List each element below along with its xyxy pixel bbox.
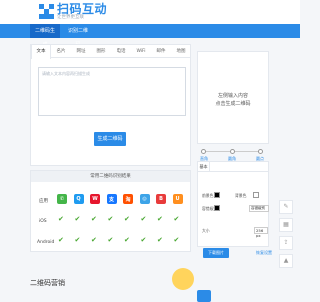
preview-hint-line1: 左侧输入内容 [217,93,248,99]
check-icon: ✔ [74,236,81,244]
bg-color-swatch[interactable] [253,192,259,198]
check-icon: ✔ [91,236,97,244]
feedback-icon[interactable]: ✎ [279,200,293,214]
check-icon: ✔ [173,236,180,244]
qr-preview: 左侧输入内容 点击生成二维码 [197,51,269,144]
browser-icon: ◎ [139,194,150,204]
row-label-apps: 应用 [39,199,48,204]
settings-tabs: 基本 [198,162,268,172]
compatibility-title: 常用二维码识别结果 [31,171,190,182]
promo-illustration [172,268,194,290]
generate-button[interactable]: 生成二维码 [94,132,126,146]
check-icon: ✔ [58,215,64,223]
settings-tab-basic[interactable]: 基本 [198,162,210,172]
row-label-android: Android [37,240,55,245]
top-bar: 扫码互动 让世界更互联 [0,0,300,24]
nav-item-decode[interactable]: 识别二维码 [64,24,92,48]
check-icon: ✔ [157,215,163,223]
check-icon: ✔ [157,236,163,244]
tab-phone[interactable]: 电话 [111,45,131,58]
brand-name: 扫码互动 [57,2,108,16]
check-icon: ✔ [124,215,130,223]
preview-hint-line2: 点击生成二维码 [215,101,251,107]
fg-color-swatch[interactable] [214,192,220,198]
shape-option-dot-radio[interactable] [258,149,263,154]
content-textarea[interactable]: 请输入文本内容再扫描生成 [38,67,186,116]
tab-text[interactable]: 文本 [31,45,51,59]
tab-map[interactable]: 地图 [171,45,191,58]
reset-settings-link[interactable]: 恢复设置 [256,250,272,256]
weibo-icon: W [90,194,100,204]
check-icon: ✔ [140,236,147,244]
qr-logo-icon [39,4,54,20]
tab-wifi[interactable]: WiFi [131,45,151,58]
check-icon: ✔ [107,215,114,223]
fill-color-swatch[interactable] [214,205,220,211]
content-type-tabs: 文本 名片 网址 图形 电话 WiFi 邮件 地图 [31,45,191,59]
tab-card[interactable]: 名片 [51,45,71,58]
floating-toolbar: ✎ ▦ ⇪ ▲ [279,200,293,268]
shape-option-square-radio[interactable] [201,149,206,154]
uc-icon: U [172,194,183,204]
row-label-ios: iOS [39,219,47,224]
check-icon: ✔ [124,236,130,244]
wechat-icon: ✆ [57,194,67,204]
alipay-icon: 支 [106,194,117,204]
size-input[interactable]: 256 px [254,227,268,238]
check-icon: ✔ [91,215,97,223]
share-icon[interactable]: ⇪ [279,236,293,250]
shape-option-rounded-radio[interactable] [230,149,235,154]
check-icon: ✔ [140,215,147,223]
error-level-select[interactable]: 容错级别 [249,205,269,212]
qq-icon: Q [73,194,84,204]
check-icon: ✔ [173,215,180,223]
taobao-icon: 淘 [123,194,133,204]
back-to-top-icon[interactable]: ▲ [279,254,293,268]
qr-contact-icon[interactable]: ▦ [279,218,293,232]
check-icon: ✔ [74,215,81,223]
main-nav: 二维码生成 识别二维码 [0,24,300,48]
promo-qr-icon [197,290,211,302]
shape-selector: 直角 圆角 圆点 [197,146,269,162]
download-button[interactable]: 下载图片 [203,248,229,258]
editor-card: 文本 名片 网址 图形 电话 WiFi 邮件 地图 请输入文本内容再扫描生成 [30,44,191,166]
tab-image[interactable]: 图形 [91,45,111,58]
fg-color-label: 前景色 [202,193,214,198]
nav-item-generate[interactable]: 二维码生成 [30,24,60,48]
check-icon: ✔ [107,236,114,244]
tab-url[interactable]: 网址 [71,45,91,58]
tab-email[interactable]: 邮件 [151,45,171,58]
marketing-section-title: 二维码营销 [30,279,65,287]
bg-color-label: 背景色 [235,193,247,198]
baidu-icon: B [156,194,166,204]
logo[interactable]: 扫码互动 让世界更互联 [39,3,107,21]
brand-tagline: 让世界更互联 [57,15,84,20]
check-icon: ✔ [58,236,64,244]
size-label: 大小 [202,228,210,233]
